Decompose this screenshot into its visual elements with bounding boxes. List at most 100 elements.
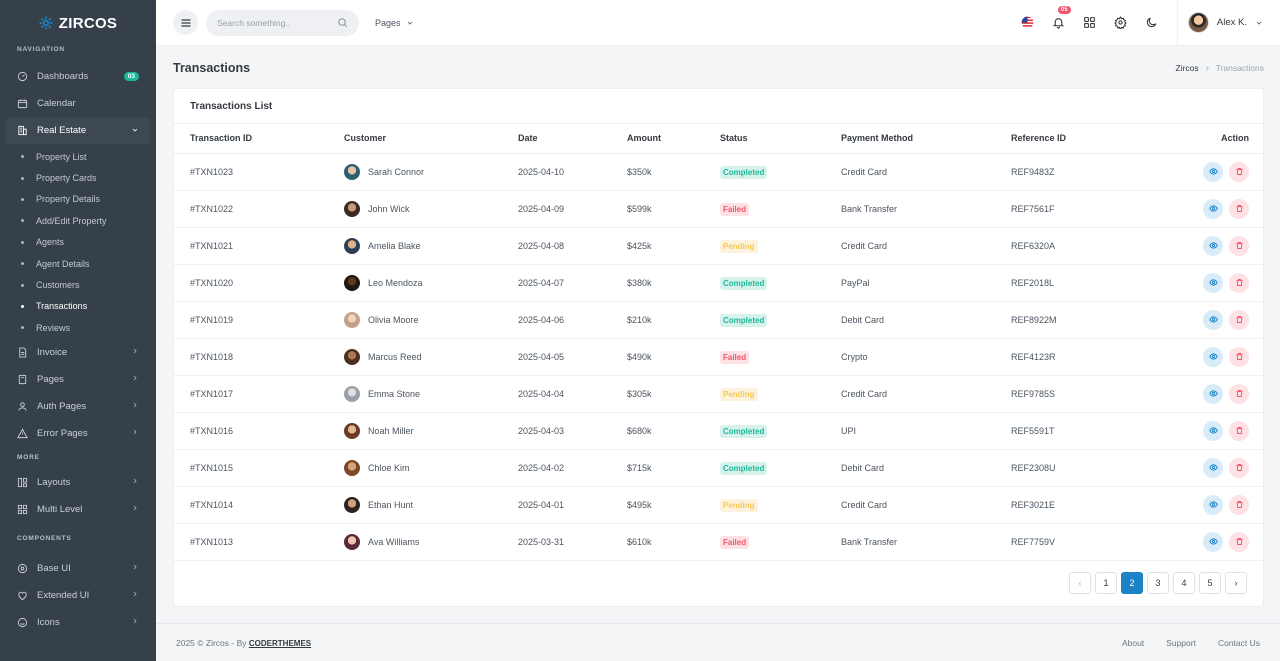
- pages-dropdown-label: Pages: [375, 17, 401, 28]
- payment-method: Credit Card: [841, 375, 1011, 413]
- footer-link-about[interactable]: About: [1122, 638, 1144, 648]
- view-button[interactable]: [1203, 272, 1223, 293]
- view-button[interactable]: [1203, 420, 1223, 441]
- delete-button[interactable]: [1229, 198, 1249, 219]
- view-button[interactable]: [1203, 198, 1223, 219]
- transaction-date: 2025-04-10: [518, 153, 627, 191]
- customer-cell: Noah Miller: [344, 412, 518, 450]
- pagination-page-4[interactable]: 4: [1173, 572, 1195, 594]
- avatar: [344, 274, 360, 291]
- row-actions: [1203, 531, 1249, 552]
- sidebar-subitem-agents[interactable]: Agents: [0, 232, 156, 253]
- view-button[interactable]: [1203, 309, 1223, 330]
- sidebar-item-layouts[interactable]: Layouts: [0, 469, 156, 496]
- transaction-amount: $680k: [627, 412, 720, 450]
- sidebar-item-pages[interactable]: Pages: [0, 366, 156, 393]
- view-button[interactable]: [1203, 161, 1223, 182]
- nav-section-title: COMPONENTS: [17, 535, 72, 543]
- sidebar-subitem-property-details[interactable]: Property Details: [0, 189, 156, 210]
- sidebar-item-real-estate[interactable]: Real Estate: [6, 117, 150, 144]
- sidebar-subitem-add-edit-property[interactable]: Add/Edit Property: [0, 210, 156, 231]
- user-menu[interactable]: Alex K.: [1176, 0, 1280, 45]
- view-button[interactable]: [1203, 494, 1223, 515]
- avatar: [344, 533, 360, 550]
- action-cell: [1161, 338, 1265, 376]
- view-button[interactable]: [1203, 531, 1223, 552]
- sidebar-item-base-ui[interactable]: Base UI: [0, 555, 156, 582]
- status-cell: Pending: [720, 227, 841, 265]
- customer-name: Noah Miller: [368, 425, 414, 436]
- sidebar-item-extended-ui[interactable]: Extended UI: [0, 582, 156, 609]
- page-header: Transactions Zircos Transactions: [173, 60, 1264, 76]
- delete-button[interactable]: [1229, 309, 1249, 330]
- view-button[interactable]: [1203, 235, 1223, 256]
- view-button[interactable]: [1203, 383, 1223, 404]
- author-link[interactable]: CODERTHEMES: [249, 639, 311, 648]
- sidebar-subitem-agent-details[interactable]: Agent Details: [0, 253, 156, 274]
- sidebar-subitem-property-cards[interactable]: Property Cards: [0, 167, 156, 188]
- delete-button[interactable]: [1229, 420, 1249, 441]
- sidebar-subitem-customers[interactable]: Customers: [0, 274, 156, 295]
- search-input[interactable]: [217, 17, 337, 28]
- table-row: #TXN1021 Amelia Blake 2025-04-08 $425k Pendi…: [174, 227, 1265, 265]
- delete-button[interactable]: [1229, 383, 1249, 404]
- sidebar-subitem-reviews[interactable]: Reviews: [0, 317, 156, 338]
- sidebar-item-error-pages[interactable]: Error Pages: [0, 420, 156, 447]
- delete-button[interactable]: [1229, 235, 1249, 256]
- subitem-label: Property Cards: [36, 173, 97, 184]
- footer-link-contact[interactable]: Contact Us: [1218, 638, 1260, 648]
- sidebar-item-calendar[interactable]: Calendar: [0, 90, 156, 117]
- page-title: Transactions: [173, 61, 251, 75]
- settings-button[interactable]: [1105, 16, 1136, 29]
- payment-method: Credit Card: [841, 153, 1011, 191]
- brand-logo[interactable]: ZIRCOS: [0, 0, 156, 46]
- menu-toggle-button[interactable]: [173, 10, 198, 35]
- sidebar-item-auth-pages[interactable]: Auth Pages: [0, 393, 156, 420]
- sidebar-subitem-transactions[interactable]: Transactions: [0, 296, 156, 317]
- breadcrumb-link[interactable]: Zircos: [1176, 63, 1199, 73]
- delete-button[interactable]: [1229, 494, 1249, 515]
- column-header: Amount: [627, 124, 720, 154]
- pagination-prev-button[interactable]: ‹: [1069, 572, 1091, 594]
- customer-cell: John Wick: [344, 190, 518, 228]
- sidebar-subitem-property-list[interactable]: Property List: [0, 146, 156, 167]
- delete-button[interactable]: [1229, 272, 1249, 293]
- pagination-page-3[interactable]: 3: [1147, 572, 1169, 594]
- sidebar-item-dashboards[interactable]: Dashboards 03: [0, 63, 156, 90]
- action-cell: [1161, 523, 1265, 561]
- base-ui-icon: [17, 563, 28, 574]
- view-button[interactable]: [1203, 457, 1223, 478]
- payment-method: Debit Card: [841, 301, 1011, 339]
- theme-toggle-button[interactable]: [1136, 16, 1167, 29]
- eye-icon: [1208, 316, 1218, 323]
- sidebar-item-invoice[interactable]: Invoice: [0, 339, 156, 366]
- sidebar-item-icons[interactable]: Icons: [0, 609, 156, 636]
- dashboards-badge: 03: [123, 72, 139, 81]
- action-cell: [1161, 264, 1265, 302]
- view-button[interactable]: [1203, 346, 1223, 367]
- sidebar-item-multi-level[interactable]: Multi Level: [0, 496, 156, 523]
- notifications-button[interactable]: 05: [1043, 6, 1074, 29]
- footer: 2025 © Zircos - By CODERTHEMES About Sup…: [156, 623, 1280, 661]
- payment-method: Bank Transfer: [841, 523, 1011, 561]
- delete-button[interactable]: [1229, 531, 1249, 552]
- reference-id: REF2018L: [1011, 264, 1161, 302]
- delete-button[interactable]: [1229, 346, 1249, 367]
- search-icon[interactable]: [337, 17, 348, 28]
- transaction-date: 2025-04-01: [518, 486, 627, 524]
- column-header: Status: [720, 124, 841, 154]
- pages-dropdown[interactable]: Pages: [375, 18, 414, 28]
- trash-icon: [1236, 168, 1242, 175]
- chevron-right-icon: [131, 428, 139, 438]
- language-button[interactable]: [1012, 16, 1043, 29]
- pagination-page-5[interactable]: 5: [1199, 572, 1221, 594]
- pagination-page-1[interactable]: 1: [1095, 572, 1117, 594]
- topbar-actions: 05 Alex K.: [1012, 0, 1280, 45]
- footer-link-support[interactable]: Support: [1166, 638, 1196, 648]
- apps-button[interactable]: [1074, 16, 1105, 29]
- delete-button[interactable]: [1229, 457, 1249, 478]
- reference-id: REF9483Z: [1011, 153, 1161, 191]
- pagination-page-2[interactable]: 2: [1121, 572, 1143, 594]
- delete-button[interactable]: [1229, 161, 1249, 182]
- pagination-next-button[interactable]: ›: [1225, 572, 1247, 594]
